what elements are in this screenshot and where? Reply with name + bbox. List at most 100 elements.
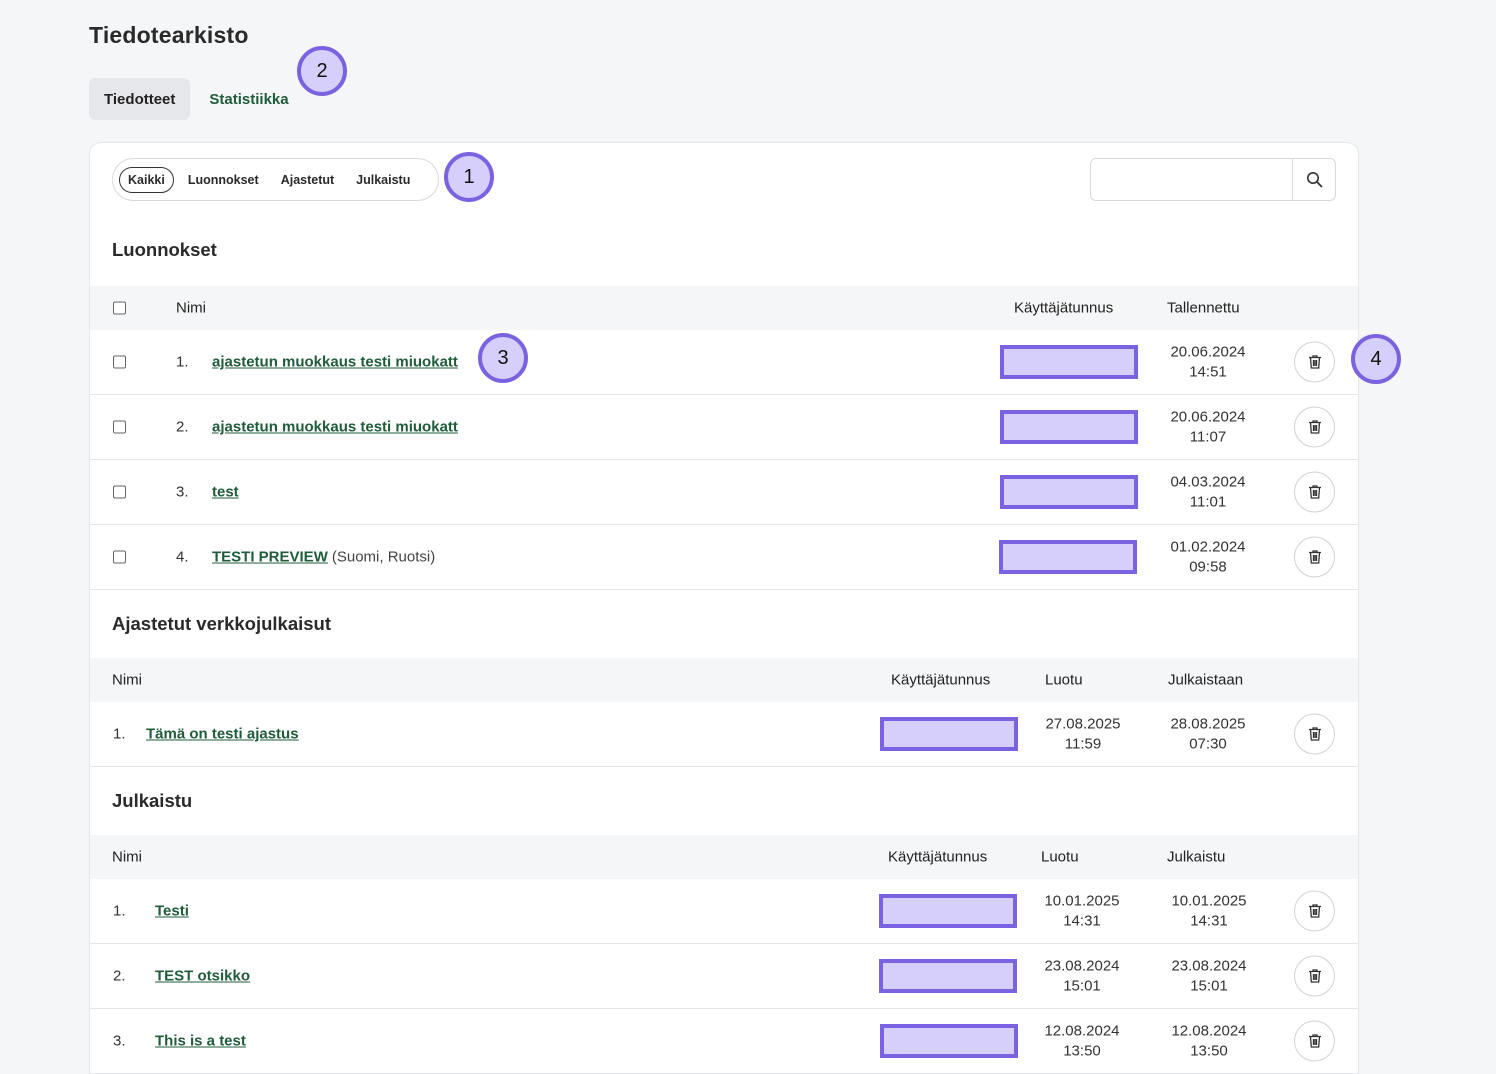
- status-filter-group: Kaikki Luonnokset Ajastetut Julkaistu: [112, 158, 439, 201]
- release-link[interactable]: TESTI PREVIEW: [212, 549, 328, 566]
- row-number: 3.: [113, 1032, 126, 1050]
- col-user: Käyttäjätunnus: [891, 671, 991, 689]
- row-number: 1.: [176, 353, 189, 371]
- row-number: 3.: [176, 483, 189, 501]
- release-link[interactable]: Tämä on testi ajastus: [146, 726, 299, 743]
- tab-tiedotteet[interactable]: Tiedotteet: [89, 78, 191, 120]
- tab-bar: Tiedotteet Statistiikka: [89, 78, 300, 120]
- annotation-badge: 3: [478, 333, 528, 383]
- published-date: 10.01.2025 14:31: [1171, 892, 1247, 930]
- saved-date: 20.06.2024 14:51: [1170, 343, 1246, 381]
- table-row: 1. Tämä on testi ajastus 27.08.2025 11:59…: [90, 702, 1358, 767]
- trash-icon: [1308, 420, 1321, 434]
- release-link[interactable]: ajastetun muokkaus testi miuokatt: [212, 419, 458, 436]
- row-checkbox[interactable]: [113, 420, 126, 434]
- delete-button[interactable]: [1294, 890, 1335, 932]
- delete-button[interactable]: [1294, 471, 1335, 513]
- trash-icon: [1308, 904, 1321, 918]
- row-checkbox[interactable]: [113, 485, 126, 499]
- col-name: Nimi: [112, 848, 142, 866]
- col-user: Käyttäjätunnus: [888, 848, 988, 866]
- redacted-username: [880, 717, 1018, 751]
- filter-luonnokset[interactable]: Luonnokset: [180, 168, 267, 192]
- row-number: 1.: [113, 725, 126, 743]
- published-table-header: Nimi Käyttäjätunnus Luotu Julkaistu: [90, 835, 1358, 879]
- page-title: Tiedotearkisto: [89, 22, 249, 48]
- search-icon: [1306, 172, 1322, 188]
- scheduled-section-title: Ajastetut verkkojulkaisut: [112, 613, 331, 634]
- trash-icon: [1308, 485, 1321, 499]
- search-button[interactable]: [1292, 159, 1335, 200]
- row-number: 1.: [113, 902, 126, 920]
- col-user: Käyttäjätunnus: [1014, 299, 1114, 317]
- tab-statistiikka[interactable]: Statistiikka: [198, 78, 299, 120]
- select-all-checkbox[interactable]: [113, 301, 126, 315]
- row-number: 2.: [176, 418, 189, 436]
- published-section-title: Julkaistu: [112, 790, 193, 811]
- table-row: 3. test 04.03.2024 11:01: [90, 460, 1358, 525]
- redacted-username: [1000, 475, 1138, 509]
- created-date: 10.01.2025 14:31: [1044, 892, 1120, 930]
- table-row: 4. TESTI PREVIEW (Suomi, Ruotsi) 01.02.20…: [90, 525, 1358, 590]
- col-created: Luotu: [1045, 671, 1083, 689]
- release-link[interactable]: ajastetun muokkaus testi miuokatt: [212, 354, 458, 371]
- language-list: (Suomi, Ruotsi): [331, 548, 436, 566]
- redacted-username: [879, 959, 1017, 993]
- delete-button[interactable]: [1294, 536, 1335, 578]
- trash-icon: [1308, 1034, 1321, 1048]
- trash-icon: [1308, 550, 1321, 564]
- annotation-badge: 2: [297, 46, 347, 96]
- table-row: 1. Testi 10.01.2025 14:31 10.01.2025 14:31: [90, 879, 1358, 944]
- annotation-badge: 1: [444, 152, 494, 202]
- redacted-username: [880, 1024, 1018, 1058]
- trash-icon: [1308, 969, 1321, 983]
- table-row: 2. ajastetun muokkaus testi miuokatt 20.…: [90, 395, 1358, 460]
- col-publish: Julkaistaan: [1168, 671, 1244, 689]
- filter-kaikki[interactable]: Kaikki: [119, 166, 174, 193]
- publish-date: 28.08.2025 07:30: [1170, 715, 1246, 753]
- col-saved: Tallennettu: [1167, 299, 1240, 317]
- release-link[interactable]: Testi: [155, 903, 189, 920]
- saved-date: 01.02.2024 09:58: [1170, 538, 1246, 576]
- table-row: 3. This is a test 12.08.2024 13:50 12.08.…: [90, 1009, 1358, 1074]
- release-link[interactable]: TEST otsikko: [155, 968, 250, 985]
- delete-button[interactable]: [1294, 406, 1335, 448]
- saved-date: 20.06.2024 11:07: [1170, 408, 1246, 446]
- created-date: 12.08.2024 13:50: [1044, 1022, 1120, 1060]
- delete-button[interactable]: [1294, 1020, 1335, 1062]
- search-input[interactable]: [1091, 159, 1292, 200]
- delete-button[interactable]: [1294, 713, 1335, 755]
- archive-card: Kaikki Luonnokset Ajastetut Julkaistu Lu…: [89, 142, 1359, 1074]
- redacted-username: [1000, 410, 1138, 444]
- col-created: Luotu: [1041, 848, 1079, 866]
- row-checkbox[interactable]: [113, 550, 126, 564]
- trash-icon: [1308, 727, 1321, 741]
- filter-ajastetut[interactable]: Ajastetut: [273, 168, 342, 192]
- search-box: [1090, 158, 1336, 201]
- row-number: 2.: [113, 967, 126, 985]
- created-date: 27.08.2025 11:59: [1045, 715, 1121, 753]
- redacted-username: [999, 540, 1137, 574]
- published-date: 23.08.2024 15:01: [1171, 957, 1247, 995]
- col-name: Nimi: [112, 671, 142, 689]
- redacted-username: [879, 894, 1017, 928]
- delete-button[interactable]: [1294, 955, 1335, 997]
- release-link[interactable]: This is a test: [155, 1033, 246, 1050]
- published-date: 12.08.2024 13:50: [1171, 1022, 1247, 1060]
- trash-icon: [1308, 355, 1321, 369]
- table-row: 1. ajastetun muokkaus testi miuokatt 20.…: [90, 330, 1358, 395]
- delete-button[interactable]: [1294, 341, 1335, 383]
- filter-julkaistu[interactable]: Julkaistu: [348, 168, 418, 192]
- col-name: Nimi: [176, 299, 206, 317]
- created-date: 23.08.2024 15:01: [1044, 957, 1120, 995]
- table-row: 2. TEST otsikko 23.08.2024 15:01 23.08.20…: [90, 944, 1358, 1009]
- scheduled-table-header: Nimi Käyttäjätunnus Luotu Julkaistaan: [90, 658, 1358, 702]
- redacted-username: [1000, 345, 1138, 379]
- drafts-section-title: Luonnokset: [112, 239, 217, 260]
- drafts-table-header: Nimi Käyttäjätunnus Tallennettu: [90, 286, 1358, 330]
- row-number: 4.: [176, 548, 189, 566]
- annotation-badge: 4: [1351, 334, 1401, 384]
- row-checkbox[interactable]: [113, 355, 126, 369]
- release-link[interactable]: test: [212, 484, 239, 501]
- saved-date: 04.03.2024 11:01: [1170, 473, 1246, 511]
